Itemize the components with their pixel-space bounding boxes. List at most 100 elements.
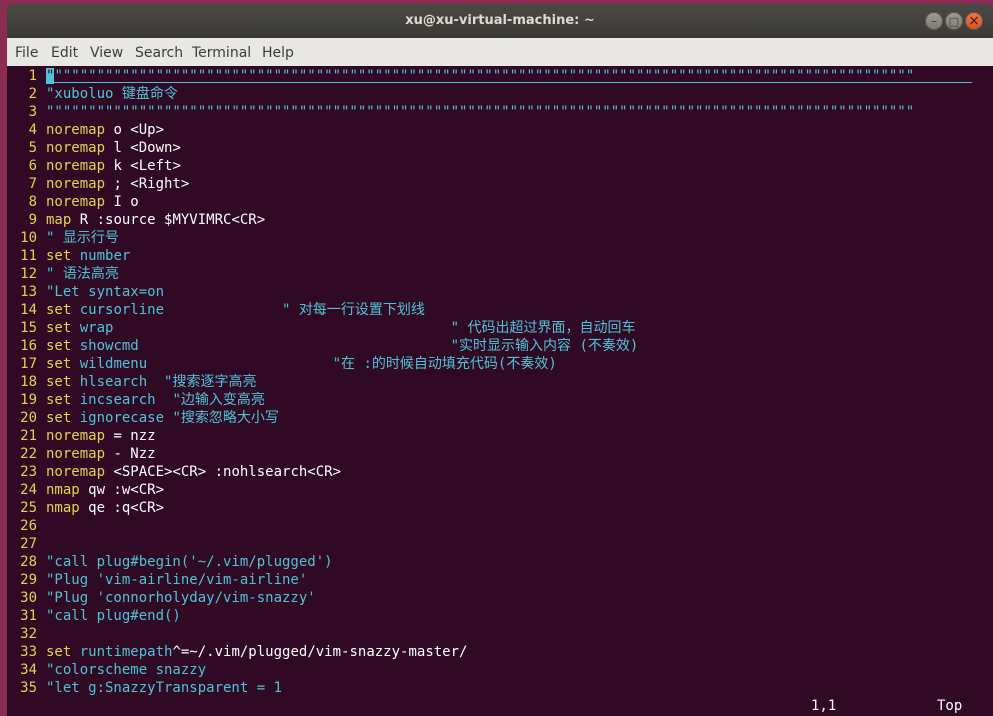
line-code: "Plug 'connorholyday/vim-snazzy': [46, 589, 316, 607]
line-number: 28: [20, 554, 37, 570]
menu-search[interactable]: Search: [135, 45, 183, 61]
code-token: k <Left>: [105, 158, 181, 174]
code-token: "Plug 'vim-airline/vim-airline': [46, 572, 308, 588]
line-code: map R :source $MYVIMRC<CR>: [46, 211, 265, 229]
code-token: "实时显示输入内容 (不奏效): [450, 338, 639, 354]
line-number: 23: [20, 464, 37, 480]
buffer-line: 20 set ignorecase "搜索忽略大小写: [7, 409, 993, 427]
line-number: 6: [28, 158, 37, 174]
code-token: l <Down>: [105, 140, 181, 156]
line-number: 14: [20, 302, 37, 318]
line-code: set wrap " 代码出超过界面，自动回车: [46, 319, 635, 337]
menu-view[interactable]: View: [90, 45, 123, 61]
code-token: noremap: [46, 140, 106, 156]
line-code: nmap qe :q<CR>: [46, 499, 164, 517]
terminal-content[interactable]: 1,1 Top 1 """""""""""""""""""""""""""""""…: [7, 66, 993, 716]
line-code: set number: [46, 247, 130, 265]
buffer-line: 19 set incsearch "边输入变高亮: [7, 391, 993, 409]
buffer-line: 17 set wildmenu "在 :的时候自动填充代码(不奏效): [7, 355, 993, 373]
code-token: " 语法高亮: [46, 266, 119, 282]
line-number: 3: [28, 104, 37, 120]
code-token: R :source $MYVIMRC<CR>: [71, 212, 266, 228]
close-icon: ×: [968, 13, 980, 29]
buffer-line: 23 noremap <SPACE><CR> :nohlsearch<CR>: [7, 463, 993, 481]
line-code: nmap qw :w<CR>: [46, 481, 164, 499]
code-token: set: [46, 320, 72, 336]
buffer-line: 12 " 语法高亮: [7, 265, 993, 283]
line-number: 19: [20, 392, 37, 408]
line-number: 17: [20, 356, 37, 372]
line-code: set wildmenu "在 :的时候自动填充代码(不奏效): [46, 355, 557, 373]
line-code: noremap o <Up>: [46, 121, 164, 139]
line-code: noremap <SPACE><CR> :nohlsearch<CR>: [46, 463, 341, 481]
line-code: "call plug#begin('~/.vim/plugged'): [46, 553, 333, 571]
line-number: 10: [20, 230, 37, 246]
line-code: " 语法高亮: [46, 265, 119, 283]
buffer-line: 6 noremap k <Left>: [7, 157, 993, 175]
buffer-line: 30 "Plug 'connorholyday/vim-snazzy': [7, 589, 993, 607]
code-token: o <Up>: [105, 122, 165, 138]
code-token: """"""""""""""""""""""""""""""""""""""""…: [46, 104, 915, 120]
code-token: qe :q<CR>: [79, 500, 165, 516]
code-token: number: [79, 248, 131, 264]
line-code: "call plug#end(): [46, 607, 181, 625]
code-token: wildmenu: [79, 356, 148, 372]
code-token: I o: [105, 194, 139, 210]
maximize-button[interactable]: □: [945, 12, 963, 30]
menu-bar: File Edit View Search Terminal Help: [7, 38, 993, 66]
line-code: """"""""""""""""""""""""""""""""""""""""…: [46, 103, 914, 121]
code-token: set: [46, 374, 72, 390]
code-token: ^=~/.vim/plugged/vim-snazzy-master/: [172, 644, 468, 660]
code-token: "Let syntax=on: [46, 284, 165, 300]
terminal-window: xu@xu-virtual-machine: ~ – □ × File Edit…: [7, 4, 993, 716]
code-token: set: [46, 302, 72, 318]
line-number: 5: [28, 140, 37, 156]
minimize-button[interactable]: –: [925, 12, 943, 30]
code-token: set: [46, 644, 72, 660]
code-token: noremap: [46, 428, 106, 444]
buffer-line: 3 """""""""""""""""""""""""""""""""""""""…: [7, 103, 993, 121]
code-token: nmap: [46, 482, 80, 498]
menu-file[interactable]: File: [15, 45, 38, 61]
code-token: - Nzz: [105, 446, 156, 462]
line-number: 24: [20, 482, 37, 498]
menu-help[interactable]: Help: [262, 45, 294, 61]
buffer-line: 13 "Let syntax=on: [7, 283, 993, 301]
line-code: "Plug 'vim-airline/vim-airline': [46, 571, 307, 589]
buffer-line: 10 " 显示行号: [7, 229, 993, 247]
line-number: 26: [20, 518, 37, 534]
code-token: noremap: [46, 464, 106, 480]
line-number: 9: [28, 212, 37, 228]
buffer-line: 34 "colorscheme snazzy: [7, 661, 993, 679]
menu-terminal[interactable]: Terminal: [192, 45, 251, 61]
code-token: noremap: [46, 194, 106, 210]
line-number: 11: [20, 248, 37, 264]
code-token: noremap: [46, 122, 106, 138]
line-code: set runtimepath^=~/.vim/plugged/vim-snaz…: [46, 643, 467, 661]
line-code: set cursorline " 对每一行设置下划线: [46, 301, 425, 319]
buffer-line: 31 "call plug#end(): [7, 607, 993, 625]
code-token: ignorecase: [79, 410, 165, 426]
code-token: "call plug#begin('~/.vim/plugged'): [46, 554, 333, 570]
code-token: "Plug 'connorholyday/vim-snazzy': [46, 590, 316, 606]
buffer-line: 27: [7, 535, 993, 553]
close-button[interactable]: ×: [965, 12, 983, 30]
code-token: runtimepath: [79, 644, 173, 660]
menu-edit[interactable]: Edit: [51, 45, 78, 61]
line-code: noremap k <Left>: [46, 157, 181, 175]
code-token: wrap: [79, 320, 114, 336]
buffer-line: 9 map R :source $MYVIMRC<CR>: [7, 211, 993, 229]
code-token: " 显示行号: [46, 230, 119, 246]
scroll-indicator: Top: [937, 698, 963, 714]
code-token: "let g:SnazzyTransparent = 1: [46, 680, 283, 696]
line-code: "xuboluo 键盘命令: [46, 85, 178, 103]
line-number: 34: [20, 662, 37, 678]
title-bar[interactable]: xu@xu-virtual-machine: ~ – □ ×: [7, 4, 993, 38]
buffer-line: 16 set showcmd "实时显示输入内容 (不奏效): [7, 337, 993, 355]
buffer-line: 25 nmap qe :q<CR>: [7, 499, 993, 517]
buffer-line: 29 "Plug 'vim-airline/vim-airline': [7, 571, 993, 589]
line-number: 13: [20, 284, 37, 300]
